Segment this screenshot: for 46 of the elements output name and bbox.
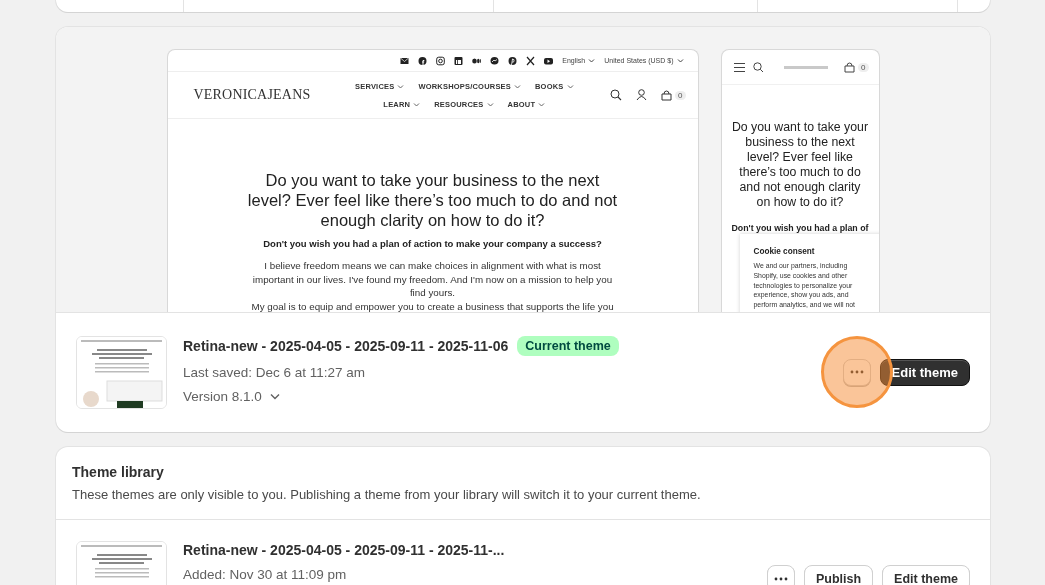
social-icon[interactable] xyxy=(454,55,464,66)
theme-name: Retina-new - 2025-04-05 - 2025-09-11 - 2025-11-06 xyxy=(183,338,509,354)
search-icon[interactable] xyxy=(752,61,764,73)
social-icon[interactable] xyxy=(508,55,518,66)
last-saved-text: Last saved: Dec 6 at 11:27 am xyxy=(183,365,367,380)
social-icon[interactable] xyxy=(544,55,554,66)
section-title: Theme library xyxy=(72,464,165,480)
chevron-icon xyxy=(413,101,421,107)
status-badge: Current theme xyxy=(517,336,619,356)
cart-icon[interactable] xyxy=(661,89,673,101)
logo[interactable]: VERONICAJEANS xyxy=(193,87,319,103)
subheadline: Don't you wish you had a plan of xyxy=(731,223,869,233)
headline: Do you want to take your business to the next level? Ever feel like there’s too much to do and not enough clarity on how to do it? xyxy=(246,170,619,230)
cart-icon[interactable] xyxy=(844,61,856,73)
social-icon[interactable] xyxy=(490,55,500,66)
search-icon[interactable] xyxy=(610,89,623,101)
theme-name: Retina-new - 2025-04-05 - 2025-09-11 - 2025-11-... xyxy=(183,542,506,558)
edit-theme-button[interactable]: Edit theme xyxy=(882,565,970,585)
social-icon[interactable] xyxy=(526,55,536,66)
chevron-icon xyxy=(486,101,494,107)
publish-button[interactable]: Publish xyxy=(803,565,874,585)
paragraph: I believe freedom means we can make choices in alignment with what is most important in our lives. I've found my freedom. And I'm now on a mission to help you find yours. xyxy=(251,259,614,300)
cart-count: 0 xyxy=(858,62,869,72)
version-dropdown[interactable]: Version 8.1.0 xyxy=(183,389,827,404)
chevron-icon xyxy=(514,83,521,89)
chevron-icon xyxy=(397,83,405,89)
added-date: Added: Nov 30 at 11:09 pm xyxy=(183,567,348,582)
account-icon[interactable] xyxy=(636,89,648,101)
chevron-icon xyxy=(269,393,280,400)
headline: Do you want to take your business to the next level? Ever feel like there’s too much to do and not enough clarity on how to do it? xyxy=(731,120,869,210)
more-icon xyxy=(773,576,788,581)
popup-title: Cookie consent xyxy=(753,247,816,256)
social-icon[interactable] xyxy=(436,55,446,66)
social-icon[interactable] xyxy=(418,55,428,66)
section-description: These themes are only visible to you. Publishing a theme from your library will switch it to your current theme. xyxy=(72,487,702,502)
cart-count: 0 xyxy=(675,90,686,100)
chevron-icon xyxy=(588,58,596,63)
social-icon[interactable] xyxy=(400,55,410,66)
menu-icon[interactable] xyxy=(733,61,745,73)
subheadline: Don't you wish you had a plan of action to make your company a success? xyxy=(262,238,603,249)
paragraph: My goal is to equip and empower you to create a business that supports the life you xyxy=(251,299,614,312)
chevron-icon xyxy=(676,58,684,63)
chevron-icon xyxy=(566,83,574,89)
more-button[interactable] xyxy=(766,565,795,585)
chevron-icon xyxy=(538,101,546,107)
more-icon xyxy=(849,370,864,374)
